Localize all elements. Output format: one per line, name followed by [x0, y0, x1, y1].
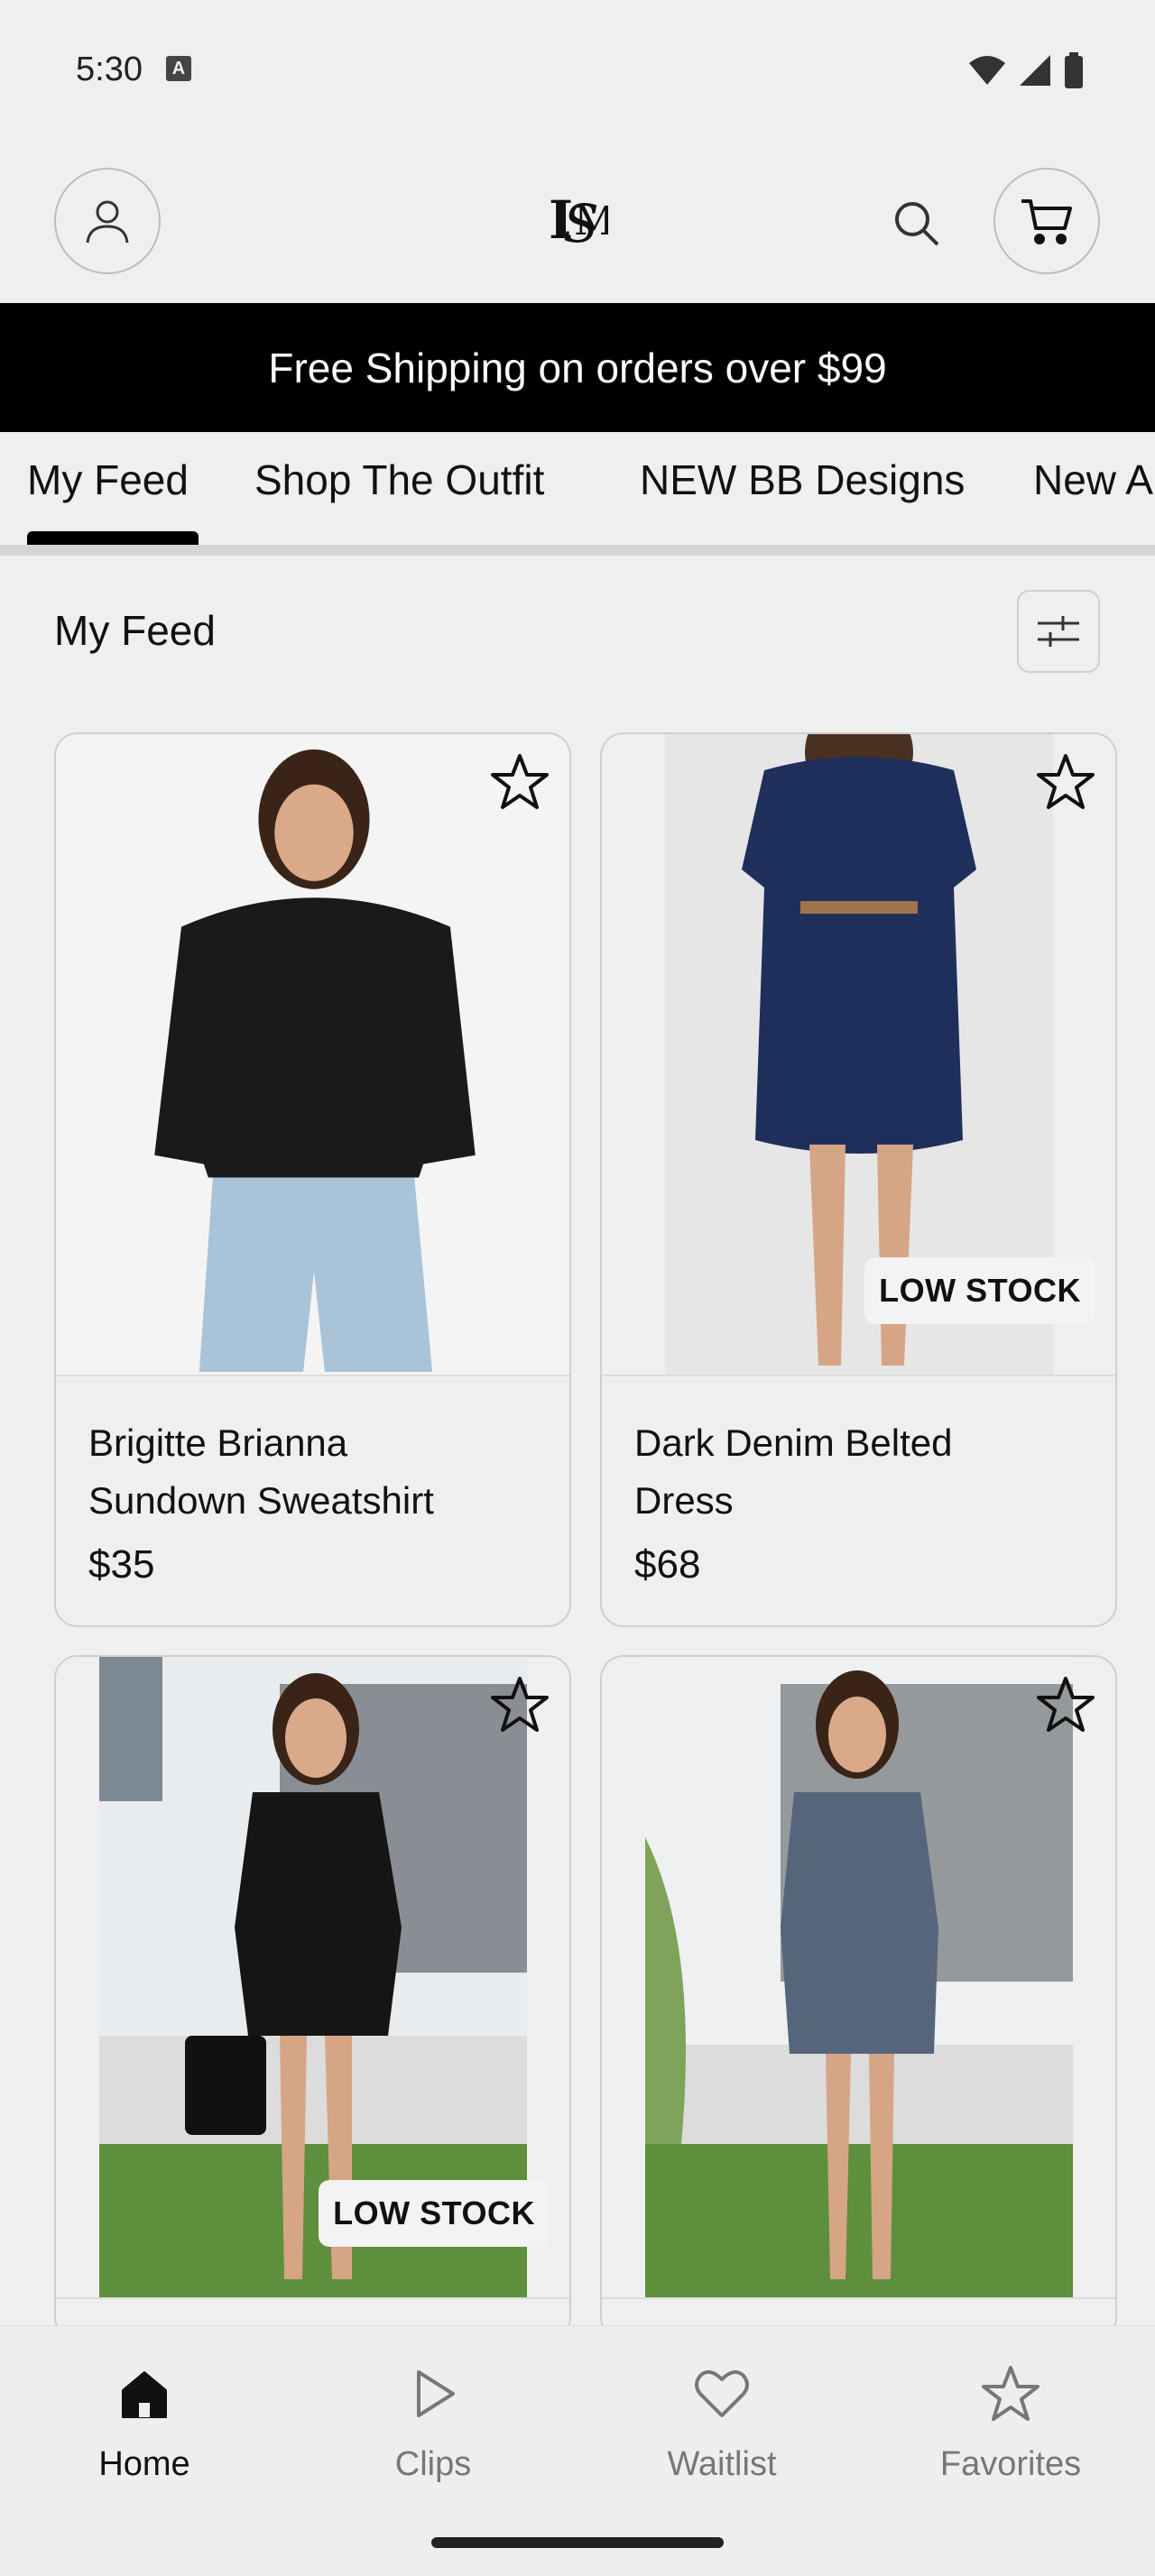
home-icon: [113, 2362, 176, 2425]
star-icon: [1037, 754, 1095, 809]
tab-my-feed[interactable]: My Feed: [27, 455, 189, 504]
product-photo: [154, 749, 476, 1373]
wifi-icon: [969, 56, 1005, 85]
favorite-star-button[interactable]: [1032, 749, 1099, 815]
product-info[interactable]: Dark Denim Belted Dress $68: [602, 1376, 1115, 1624]
star-icon: [1037, 1677, 1095, 1732]
low-stock-badge: LOW STOCK: [864, 1257, 1095, 1324]
favorite-star-button[interactable]: [486, 1671, 553, 1738]
product-image[interactable]: [602, 1657, 1115, 2299]
cart-button[interactable]: [993, 168, 1100, 274]
nav-home-label: Home: [98, 2445, 190, 2483]
product-card[interactable]: [600, 1655, 1117, 2341]
home-indicator[interactable]: [431, 2537, 724, 2548]
tab-new-arrivals[interactable]: New A: [1033, 455, 1153, 504]
app-header: I S M: [0, 135, 1155, 303]
product-image[interactable]: [56, 734, 569, 1376]
signal-icon: [1020, 55, 1050, 86]
search-icon: [895, 202, 939, 246]
search-button[interactable]: [884, 191, 947, 254]
product-card[interactable]: LOW STOCK: [54, 1655, 571, 2341]
status-bar: 5:30 A: [0, 0, 1155, 135]
product-price: $68: [634, 1542, 701, 1587]
star-icon: [491, 1677, 549, 1732]
favorite-star-button[interactable]: [486, 749, 553, 815]
category-tabs: My Feed Shop The Outfit NEW BB Designs N…: [0, 432, 1155, 557]
product-info[interactable]: Brigitte Brianna Sundown Sweatshirt $35: [56, 1376, 569, 1624]
nav-favorites[interactable]: Favorites: [893, 2362, 1128, 2484]
filter-button[interactable]: [1017, 590, 1100, 673]
star-icon: [979, 2362, 1042, 2425]
product-card[interactable]: Brigitte Brianna Sundown Sweatshirt $35: [54, 732, 571, 1627]
tab-new-bb-designs[interactable]: NEW BB Designs: [640, 455, 965, 504]
product-name: Brigitte Brianna Sundown Sweatshirt: [88, 1421, 434, 1522]
heart-icon: [690, 2362, 753, 2425]
notification-icon: A: [166, 56, 191, 81]
product-name: Dark Denim Belted Dress: [634, 1421, 953, 1522]
brand-logo[interactable]: I S M: [547, 188, 608, 254]
status-time: 5:30: [76, 51, 143, 88]
nav-waitlist[interactable]: Waitlist: [605, 2362, 839, 2484]
battery-icon: [1065, 52, 1083, 88]
cart-icon: [1021, 199, 1072, 244]
svg-text:M: M: [574, 198, 608, 244]
star-icon: [491, 754, 549, 809]
tab-shop-the-outfit[interactable]: Shop The Outfit: [254, 455, 544, 504]
play-icon: [402, 2362, 465, 2425]
promo-banner[interactable]: Free Shipping on orders over $99: [0, 303, 1155, 432]
product-card[interactable]: LOW STOCK Dark Denim Belted Dress $68: [600, 732, 1117, 1627]
nav-favorites-label: Favorites: [939, 2445, 1082, 2483]
tabs-divider: [0, 545, 1155, 556]
nav-clips[interactable]: Clips: [316, 2362, 550, 2484]
product-image[interactable]: LOW STOCK: [56, 1657, 569, 2299]
account-icon: [86, 200, 129, 244]
nav-clips-label: Clips: [394, 2445, 472, 2483]
feed-title: My Feed: [54, 607, 216, 654]
favorite-star-button[interactable]: [1032, 1671, 1099, 1738]
account-button[interactable]: [54, 168, 161, 274]
product-photo: [645, 1657, 1073, 2297]
nav-waitlist-label: Waitlist: [667, 2445, 777, 2483]
status-icons: [967, 52, 1085, 88]
product-image[interactable]: LOW STOCK: [602, 734, 1115, 1376]
promo-text: Free Shipping on orders over $99: [268, 344, 887, 391]
low-stock-badge: LOW STOCK: [319, 2180, 550, 2247]
sliders-icon: [1038, 616, 1079, 647]
nav-home[interactable]: Home: [27, 2362, 262, 2484]
product-price: $35: [88, 1542, 155, 1587]
